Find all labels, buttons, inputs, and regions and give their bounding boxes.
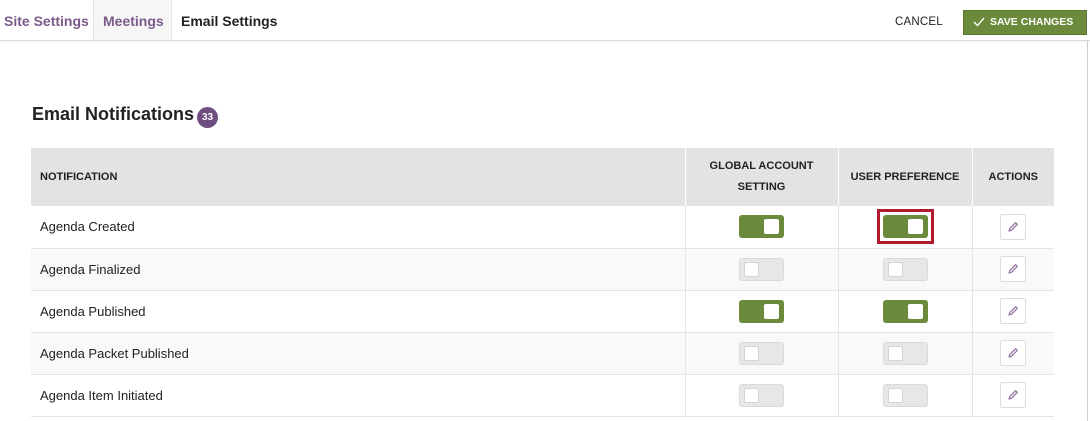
toggle-knob <box>887 261 903 277</box>
check-icon <box>973 17 985 27</box>
notification-name: Agenda Finalized <box>31 248 685 291</box>
table-row: Agenda Finalized <box>31 248 1054 291</box>
save-changes-button[interactable]: SAVE CHANGES <box>963 10 1087 35</box>
global-toggle[interactable] <box>739 215 784 239</box>
column-header-user-preference: USER PREFERENCE <box>837 148 972 206</box>
edit-button[interactable] <box>1000 340 1027 366</box>
edit-button[interactable] <box>1000 256 1027 282</box>
notification-name: Agenda Created <box>31 206 685 249</box>
tab-site-settings[interactable]: Site Settings <box>0 0 94 40</box>
notification-name: Agenda Packet Published <box>31 332 685 375</box>
pencil-icon <box>1008 347 1019 358</box>
global-toggle[interactable] <box>739 341 784 365</box>
table-row: Agenda Created <box>31 206 1054 249</box>
table-row: Agenda Packet Published <box>31 332 1054 375</box>
toggle-knob <box>744 345 759 361</box>
pencil-icon <box>1008 221 1019 232</box>
tab-meetings[interactable]: Meetings <box>94 0 172 40</box>
column-header-actions: ACTIONS <box>971 148 1054 206</box>
global-header-line2: SETTING <box>737 181 786 193</box>
notification-name: Agenda Published <box>31 290 685 333</box>
page-title: Email Notifications <box>32 104 195 124</box>
column-header-notification: NOTIFICATION <box>31 148 685 206</box>
top-bar: Site Settings Meetings Email Settings CA… <box>0 0 1090 41</box>
global-toggle[interactable] <box>739 383 784 407</box>
user-preference-toggle[interactable] <box>882 257 928 281</box>
global-header-line1: GLOBAL ACCOUNT <box>709 160 814 172</box>
pencil-icon <box>1008 263 1019 274</box>
table-row: Agenda Published <box>31 290 1054 333</box>
user-preference-toggle[interactable] <box>882 383 928 407</box>
save-changes-label: SAVE CHANGES <box>990 16 1074 28</box>
edit-button[interactable] <box>1000 213 1027 240</box>
toggle-knob <box>907 219 923 235</box>
notification-name: Agenda Item Initiated <box>31 374 685 417</box>
toggle-knob <box>887 345 903 361</box>
page-right-border <box>1087 41 1088 421</box>
table-row: Agenda Item Initiated <box>31 374 1054 417</box>
pencil-icon <box>1008 389 1019 400</box>
tab-email-settings[interactable]: Email Settings <box>172 0 282 40</box>
user-preference-toggle[interactable] <box>882 215 928 239</box>
toggle-knob <box>764 303 779 319</box>
user-preference-toggle[interactable] <box>882 299 928 323</box>
notification-count-badge: 33 <box>197 107 218 128</box>
toggle-knob <box>764 219 779 235</box>
global-toggle[interactable] <box>739 257 784 281</box>
pencil-icon <box>1008 305 1019 316</box>
toggle-knob <box>744 261 759 277</box>
table-header-row: NOTIFICATION GLOBAL ACCOUNT SETTING USER… <box>31 148 1054 206</box>
toggle-knob <box>887 387 903 403</box>
highlight-box <box>876 209 934 245</box>
cancel-button[interactable]: CANCEL <box>895 0 943 40</box>
notifications-table: NOTIFICATION GLOBAL ACCOUNT SETTING USER… <box>31 148 1054 417</box>
edit-button[interactable] <box>1000 382 1027 408</box>
toggle-knob <box>907 303 923 319</box>
edit-button[interactable] <box>1000 298 1027 324</box>
column-header-global-account-setting: GLOBAL ACCOUNT SETTING <box>684 148 838 206</box>
toggle-knob <box>744 387 759 403</box>
global-toggle[interactable] <box>739 299 784 323</box>
user-preference-toggle[interactable] <box>882 341 928 365</box>
